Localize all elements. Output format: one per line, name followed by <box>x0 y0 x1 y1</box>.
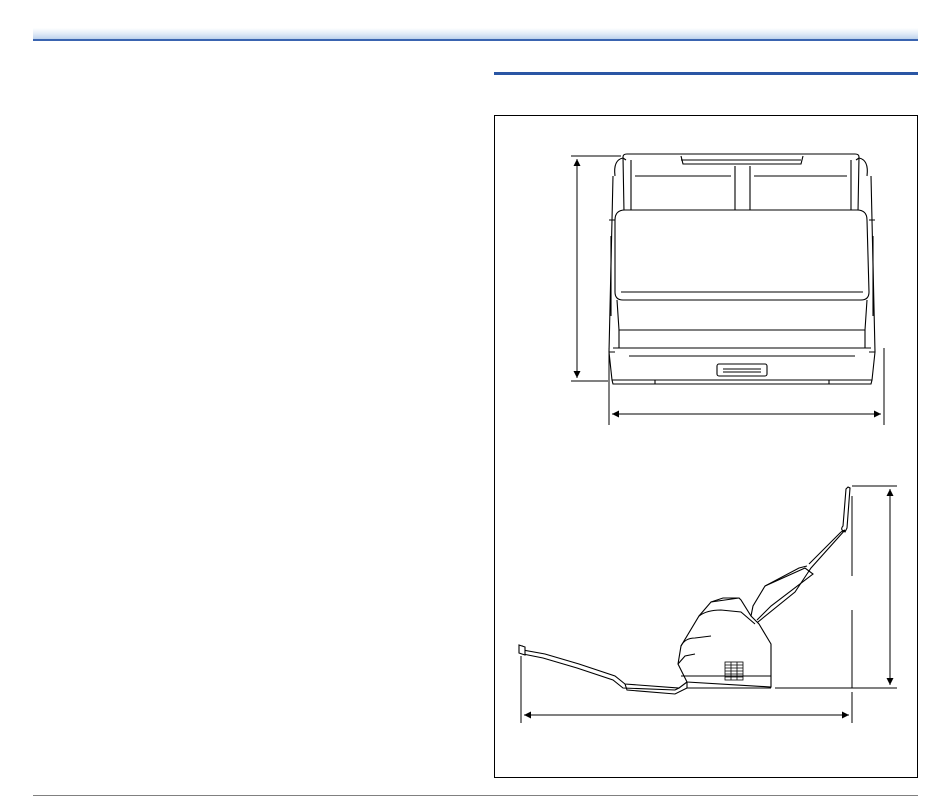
front-height-dimension <box>571 155 621 382</box>
dimensions-figure <box>494 115 918 778</box>
scanner-front-view <box>608 153 876 385</box>
section-heading-rule <box>494 72 918 75</box>
vent-grid <box>724 661 744 681</box>
front-width-dimension <box>608 348 885 425</box>
header-rule <box>33 39 918 41</box>
dimensions-drawing <box>518 153 897 723</box>
side-height-dimension <box>775 485 897 689</box>
scanner-side-view <box>518 486 851 695</box>
footer-rule <box>33 795 918 796</box>
